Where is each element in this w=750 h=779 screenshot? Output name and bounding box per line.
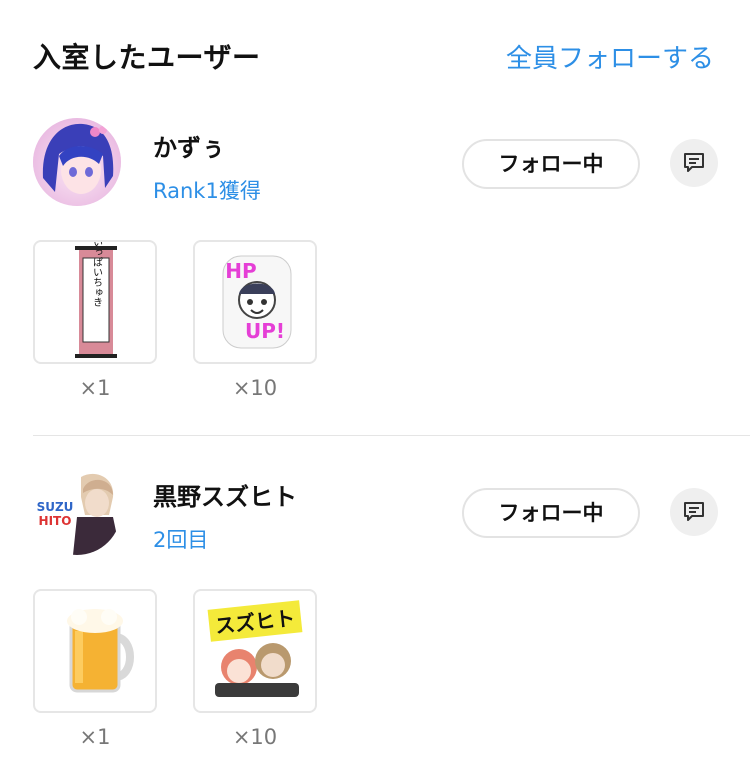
gift-count: ×10 bbox=[232, 376, 278, 400]
hanging-scroll-sticker-icon: いっぱいちゅき bbox=[75, 242, 117, 358]
follow-all-button[interactable]: 全員フォローする bbox=[506, 38, 714, 75]
username[interactable]: かずぅ bbox=[153, 128, 225, 163]
user-subtitle: Rank1獲得 bbox=[153, 179, 261, 203]
message-icon bbox=[684, 153, 704, 172]
following-button[interactable]: フォロー中 bbox=[462, 139, 640, 189]
following-button[interactable]: フォロー中 bbox=[462, 488, 640, 538]
gift-item: いっぱいちゅき bbox=[33, 240, 157, 364]
svg-text:HP: HP bbox=[225, 259, 256, 283]
svg-text:いっぱいちゅき: いっぱいちゅき bbox=[91, 242, 103, 307]
gift-count: ×10 bbox=[232, 725, 278, 749]
beer-mug-sticker-icon bbox=[67, 609, 134, 693]
avatar[interactable] bbox=[33, 118, 121, 206]
message-button[interactable] bbox=[670, 139, 718, 187]
divider bbox=[33, 435, 750, 436]
message-icon bbox=[684, 502, 704, 521]
username[interactable]: 黒野スズヒト bbox=[153, 477, 297, 512]
svg-text:SUZU: SUZU bbox=[37, 500, 74, 514]
hp-up-sticker-icon: HP UP! bbox=[222, 255, 292, 349]
gift-count: ×1 bbox=[79, 725, 111, 749]
gift-count: ×1 bbox=[79, 376, 111, 400]
suzuhito-sticker-icon: スズヒト bbox=[207, 600, 303, 697]
svg-text:HITO: HITO bbox=[39, 514, 72, 528]
message-button[interactable] bbox=[670, 488, 718, 536]
gift-item bbox=[33, 589, 157, 713]
svg-text:UP!: UP! bbox=[245, 319, 285, 343]
gift-item: スズヒト bbox=[193, 589, 317, 713]
header: 入室したユーザー 全員フォローする bbox=[0, 0, 750, 100]
user-subtitle: 2回目 bbox=[153, 528, 209, 552]
avatar[interactable]: SUZU HITO bbox=[33, 467, 121, 555]
page-title: 入室したユーザー bbox=[33, 41, 261, 74]
gift-item: HP UP! bbox=[193, 240, 317, 364]
